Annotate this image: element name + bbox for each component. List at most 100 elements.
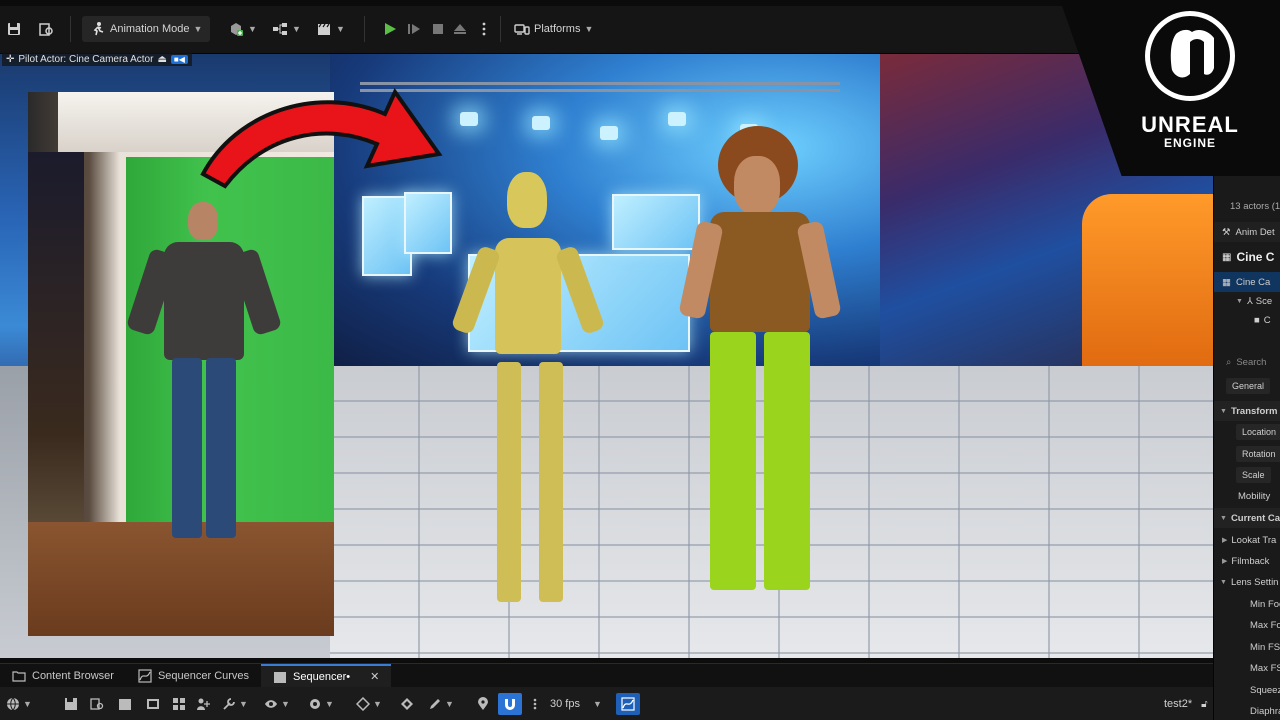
browse-button[interactable] [38, 16, 54, 42]
component-scene[interactable]: ▼ ⅄ Sce [1214, 291, 1280, 311]
mobility-property[interactable]: Mobility [1214, 486, 1280, 506]
tab-sequencer[interactable]: Sequencer• ✕ [261, 663, 392, 688]
tools-dropdown[interactable]: ▼ [222, 693, 248, 715]
title-strip [0, 0, 1090, 6]
transform-section[interactable]: ▼ Transform [1214, 401, 1280, 421]
chevron-down-icon: ▼ [292, 24, 301, 34]
actor-to-sequencer-button[interactable] [196, 693, 210, 715]
playback-options-dropdown[interactable]: ▼ [308, 693, 334, 715]
level-viewport[interactable] [0, 54, 1213, 658]
key-all-button[interactable] [400, 693, 414, 715]
filmback-row[interactable]: ▶ Filmback [1214, 551, 1280, 571]
min-focal-row[interactable]: Min Foc [1214, 594, 1280, 614]
frame-rate-dropdown[interactable]: 30 fps ▼ [550, 693, 602, 715]
chevron-down-icon: ▼ [445, 699, 454, 709]
tab-content-browser[interactable]: Content Browser [0, 664, 126, 688]
play-options-button[interactable] [476, 16, 492, 42]
current-camera-section[interactable]: ▼ Current Cam [1214, 508, 1280, 528]
collapse-triangle-icon: ▶ [1222, 537, 1228, 544]
camera-icon[interactable]: ■◀ [170, 54, 188, 64]
actor-cubes-icon: ▦ [1222, 276, 1231, 288]
snapping-toggle[interactable] [498, 693, 522, 715]
current-camera-label: Current Cam [1230, 512, 1280, 524]
rotation-property[interactable]: Rotation [1214, 444, 1280, 464]
unreal-engine-logo [1145, 11, 1235, 101]
chevron-down-icon: ▼ [248, 24, 257, 34]
anim-details-tab[interactable]: ⚒ Anim Det [1214, 222, 1280, 242]
blueprint-button[interactable]: ▼ [272, 16, 301, 42]
red-arrow-annotation [200, 88, 443, 189]
save-button[interactable] [6, 16, 22, 42]
diaphragm-row[interactable]: Diaphra [1214, 701, 1280, 720]
selected-actor-name: Cine C [1236, 250, 1275, 264]
stop-icon [433, 24, 443, 34]
scale-label: Scale [1236, 467, 1271, 483]
key-dropdown[interactable]: ▼ [356, 693, 382, 715]
eye-icon [265, 700, 277, 708]
max-fstop-row[interactable]: Max FS [1214, 658, 1280, 678]
edit-dropdown[interactable]: ▼ [428, 693, 454, 715]
view-options-dropdown[interactable]: ▼ [264, 693, 290, 715]
magnet-icon [505, 699, 515, 710]
details-search-input[interactable]: ⌕ Search [1214, 352, 1280, 372]
lock-icon[interactable]: 🔓︎ [1201, 699, 1207, 710]
key-filled-icon [401, 698, 413, 710]
location-property[interactable]: Location [1214, 422, 1280, 442]
chevron-down-icon: ▼ [193, 24, 203, 34]
expand-triangle-icon: ▼ [1236, 297, 1243, 305]
platforms-label: Platforms [534, 23, 581, 35]
min-fstop-row[interactable]: Min FSt [1214, 637, 1280, 657]
component-label: C [1263, 314, 1271, 326]
lookat-tracking-row[interactable]: ▶ Lookat Tra [1214, 530, 1280, 550]
general-category-tab[interactable]: General [1214, 376, 1280, 396]
eject-button[interactable] [452, 16, 468, 42]
add-actor-button[interactable]: ▼ [228, 16, 257, 42]
location-pin-icon [478, 697, 488, 710]
camera-cut-button[interactable] [146, 693, 160, 715]
find-in-browser-button[interactable] [90, 693, 104, 715]
chevron-down-icon: ▼ [281, 699, 290, 709]
clapperboard-icon [119, 699, 131, 710]
stage-light [460, 112, 478, 126]
cinematics-button[interactable]: ▼ [316, 16, 345, 42]
mode-dropdown[interactable]: Animation Mode ▼ [82, 16, 211, 42]
blueprint-icon [273, 23, 287, 35]
search-placeholder: Search [1236, 356, 1267, 368]
settings-grid-icon [173, 698, 185, 710]
scale-property[interactable]: Scale [1214, 465, 1280, 485]
rotation-label: Rotation [1236, 446, 1280, 462]
platforms-dropdown[interactable]: Platforms ▼ [514, 16, 593, 42]
component-cine-camera[interactable]: ▦ Cine Ca [1214, 272, 1280, 292]
mannequin-torso [495, 238, 561, 354]
tab-sequencer-curves[interactable]: Sequencer Curves [126, 664, 261, 688]
squeeze-row[interactable]: Squeeze [1214, 680, 1280, 700]
browse-icon [39, 23, 53, 36]
pilot-actor-label[interactable]: ✛ Pilot Actor: Cine Camera Actor ⏏ ■◀ [2, 52, 192, 66]
add-cube-icon [231, 23, 243, 36]
close-icon[interactable]: ✕ [370, 670, 379, 683]
save-sequence-button[interactable] [64, 693, 78, 715]
stop-button[interactable] [430, 16, 446, 42]
clapperboard-icon [318, 23, 330, 35]
eject-pilot-icon[interactable]: ⏏ [157, 54, 166, 65]
snap-options-button[interactable] [528, 693, 542, 715]
lens-settings-row[interactable]: ▼ Lens Settin [1214, 572, 1280, 592]
curve-editor-toggle[interactable] [616, 693, 640, 715]
sequence-breadcrumb[interactable]: test2* 🔓︎ [1164, 693, 1208, 715]
world-dropdown[interactable]: ▼ [6, 693, 32, 715]
component-camera[interactable]: ■ C [1214, 310, 1280, 330]
step-button[interactable] [406, 16, 422, 42]
render-movie-button[interactable] [118, 693, 132, 715]
marker-button[interactable] [476, 693, 490, 715]
curves-icon [138, 668, 152, 683]
max-focal-row[interactable]: Max Foc [1214, 615, 1280, 635]
play-button[interactable] [382, 16, 398, 42]
platforms-icon [514, 24, 530, 35]
sequence-settings-button[interactable] [172, 693, 186, 715]
film-icon [147, 699, 159, 709]
frame-rate-value: 30 fps [550, 698, 580, 710]
actors-count: 13 actors (1 [1230, 200, 1280, 212]
pencil-icon [430, 699, 440, 709]
selected-actor-header: ▦ Cine C [1214, 247, 1280, 267]
save-icon [65, 698, 77, 710]
